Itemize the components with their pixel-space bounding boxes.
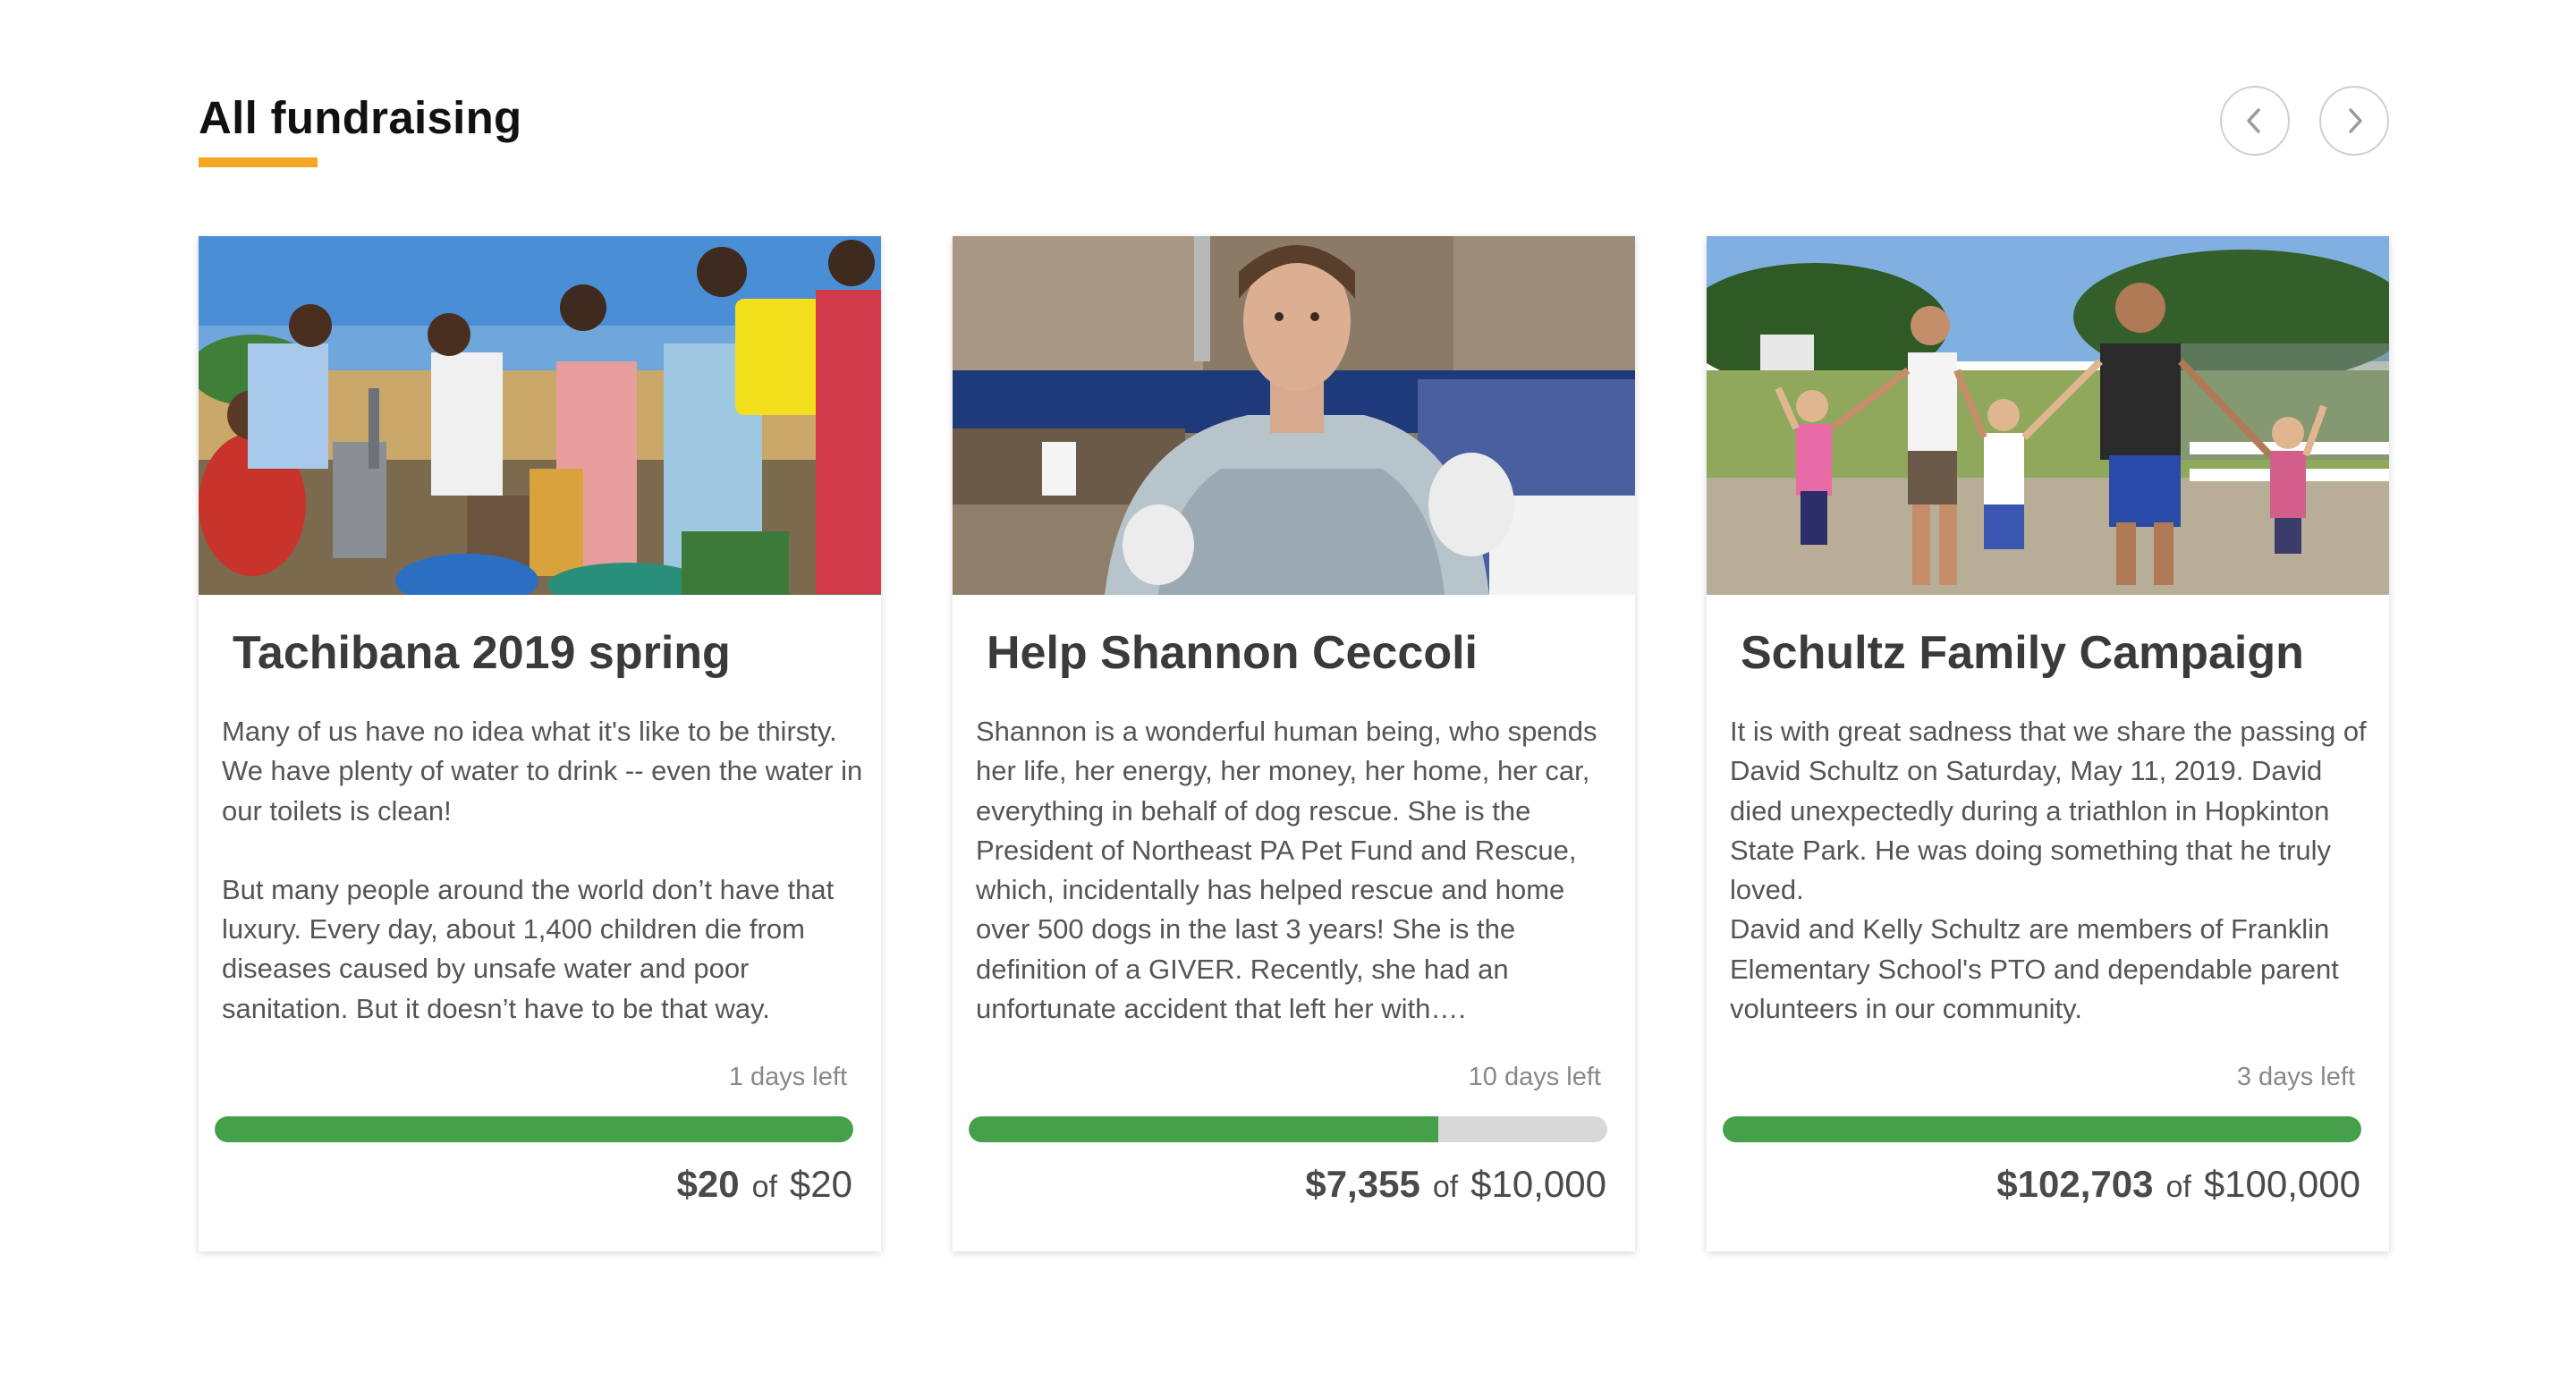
progress-bar	[215, 1116, 853, 1142]
campaign-description: It is with great sadness that we share t…	[1730, 712, 2376, 1029]
title-underline	[199, 157, 318, 167]
goal-amount: $100,000	[2203, 1163, 2360, 1205]
campaign-image	[953, 236, 1635, 595]
campaign-title: Schultz Family Campaign	[1741, 627, 2304, 679]
progress-fill	[1723, 1116, 2361, 1142]
amount-raised: $7,355	[1305, 1163, 1420, 1205]
campaign-description: Many of us have no idea what it's like t…	[222, 712, 868, 1029]
funding-amounts: $7,355 of $10,000	[1305, 1163, 1606, 1206]
chevron-left-icon	[2247, 108, 2260, 133]
progress-fill	[969, 1116, 1439, 1142]
description-paragraph: David and Kelly Schultz are members of F…	[1730, 913, 2339, 1025]
chevron-right-icon	[2349, 108, 2362, 133]
description-paragraph: It is with great sadness that we share t…	[1730, 716, 2367, 906]
days-left: 1 days left	[728, 1063, 847, 1091]
of-label: of	[1432, 1170, 1459, 1204]
amount-raised: $20	[676, 1163, 740, 1205]
progress-bar	[969, 1116, 1607, 1142]
campaign-image	[1707, 236, 2389, 595]
section-header: All fundraising	[199, 86, 2389, 175]
description-paragraph: Shannon is a wonderful human being, who …	[976, 716, 1597, 1025]
section-title: All fundraising	[199, 92, 522, 143]
campaign-card[interactable]: Tachibana 2019 spring Many of us have no…	[199, 236, 881, 1251]
description-paragraph: But many people around the world don’t h…	[222, 873, 835, 1024]
of-label: of	[751, 1170, 777, 1204]
days-left: 10 days left	[1468, 1063, 1601, 1091]
progress-bar	[1723, 1116, 2361, 1142]
amount-raised: $102,703	[1996, 1163, 2154, 1205]
funding-amounts: $102,703 of $100,000	[1996, 1163, 2360, 1206]
of-label: of	[2165, 1170, 2191, 1204]
campaign-image	[199, 236, 881, 595]
description-paragraph: Many of us have no idea what it's like t…	[222, 716, 863, 827]
days-left: 3 days left	[2236, 1063, 2355, 1091]
funding-amounts: $20 of $20	[676, 1163, 852, 1206]
campaign-card[interactable]: Schultz Family Campaign It is with great…	[1707, 236, 2389, 1251]
next-button[interactable]	[2319, 86, 2389, 156]
progress-fill	[215, 1116, 853, 1142]
goal-amount: $20	[789, 1163, 852, 1205]
campaign-card[interactable]: Help Shannon Ceccoli Shannon is a wonder…	[953, 236, 1635, 1251]
previous-button[interactable]	[2220, 86, 2290, 156]
goal-amount: $10,000	[1470, 1163, 1606, 1205]
campaign-description: Shannon is a wonderful human being, who …	[976, 712, 1622, 1029]
campaign-title: Help Shannon Ceccoli	[987, 627, 1478, 679]
campaign-title: Tachibana 2019 spring	[233, 627, 731, 679]
campaign-cards: Tachibana 2019 spring Many of us have no…	[199, 236, 2389, 1256]
